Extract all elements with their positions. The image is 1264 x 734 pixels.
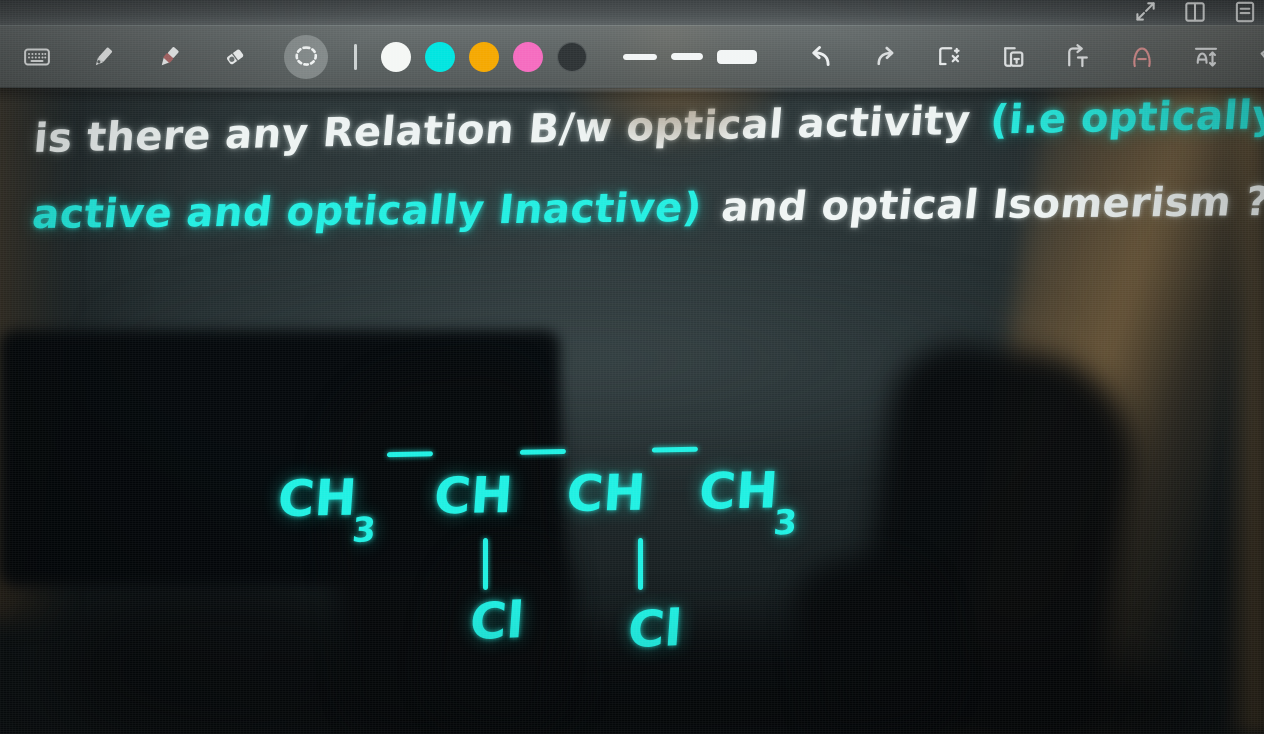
status-strip	[0, 0, 1264, 25]
group-ch3-right: CH3	[697, 461, 799, 544]
ai-text-icon	[1063, 42, 1093, 72]
color-swatch-black[interactable]	[557, 25, 587, 88]
shapes-icon	[1255, 42, 1264, 72]
keyboard-icon	[22, 42, 52, 72]
annotate-a-icon	[1127, 42, 1157, 72]
vertical-bond-left	[483, 538, 488, 590]
annotate-button[interactable]	[1127, 25, 1157, 88]
color-swatch-cyan[interactable]	[425, 25, 455, 88]
menu-list-icon[interactable]	[1232, 0, 1258, 25]
tool-pen[interactable]	[88, 25, 118, 88]
text-size-icon	[1191, 42, 1221, 72]
stroke-width-medium[interactable]	[671, 25, 703, 88]
group-ch-3: CH	[564, 463, 648, 524]
tablet-photo: is there any Relation B/w optical activi…	[0, 0, 1264, 734]
vertical-bond-right	[638, 538, 643, 590]
book-page-icon[interactable]	[1182, 0, 1208, 25]
bond-3	[652, 446, 699, 453]
pen-icon	[88, 42, 118, 72]
carbon-chain: CH3 CH CH CH3	[275, 446, 803, 551]
color-swatch-white[interactable]	[381, 25, 411, 88]
color-swatch-amber[interactable]	[469, 25, 499, 88]
undo-icon	[805, 42, 835, 72]
shapes-button[interactable]	[1255, 25, 1264, 88]
text-size-button[interactable]	[1191, 25, 1221, 88]
bond-2	[519, 449, 566, 455]
stroke-width-thin[interactable]	[623, 25, 657, 88]
note-line-1-cyan: (i.e optically	[988, 92, 1264, 144]
note-line-2-white: and optical Isomerism ?	[719, 178, 1264, 231]
lasso-select-icon	[291, 42, 321, 72]
highlighter-icon	[154, 42, 184, 72]
group-ch3-left: CH3	[275, 468, 378, 551]
tool-lasso-select[interactable]	[284, 25, 328, 88]
drawing-toolbar[interactable]	[0, 25, 1264, 88]
expand-icon[interactable]	[1132, 0, 1158, 25]
ai-magic-write-icon	[935, 42, 965, 72]
substituent-cl-left: Cl	[467, 590, 526, 652]
undo-button[interactable]	[805, 25, 835, 88]
bond-1	[386, 451, 434, 458]
convert-to-text-button[interactable]	[1063, 25, 1093, 88]
ai-page-icon	[999, 42, 1029, 72]
tool-keyboard[interactable]	[22, 25, 52, 88]
eraser-icon	[220, 42, 250, 72]
ai-page-button[interactable]	[999, 25, 1029, 88]
ai-enhance-button[interactable]	[935, 25, 965, 88]
group-ch-2: CH	[432, 465, 515, 526]
tool-highlighter[interactable]	[154, 25, 184, 88]
color-swatch-pink[interactable]	[513, 25, 543, 88]
corner-icon-group	[1132, 0, 1258, 26]
tool-eraser[interactable]	[220, 25, 250, 88]
redo-icon	[871, 42, 901, 72]
stroke-width-thick[interactable]	[717, 25, 757, 88]
redo-button[interactable]	[871, 25, 901, 88]
substituent-cl-right: Cl	[625, 598, 684, 660]
toolbar-divider	[354, 25, 357, 88]
note-line-2-cyan: active and optically Inactive)	[30, 184, 705, 238]
chemical-structure: CH3 CH CH CH3 Cl Cl	[276, 446, 920, 680]
